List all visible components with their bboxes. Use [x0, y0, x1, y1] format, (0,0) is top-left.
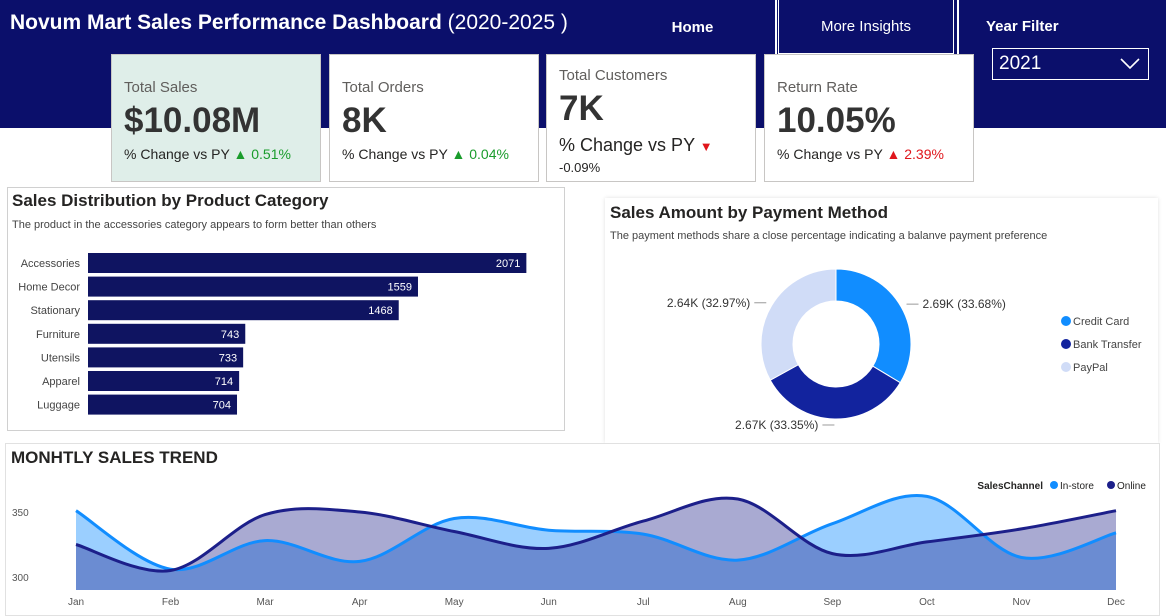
- x-tick-label: Feb: [162, 597, 180, 608]
- x-tick-label: Oct: [919, 597, 935, 608]
- nav-divider: [957, 0, 959, 54]
- kpi-change: % Change vs PY ▲ 0.51%: [124, 146, 291, 162]
- kpi-value: 10.05%: [777, 101, 896, 140]
- year-filter-label: Year Filter: [986, 18, 1059, 35]
- x-tick-label: Jun: [541, 597, 557, 608]
- legend-label: Credit Card: [1073, 316, 1129, 328]
- kpi-change-label: % Change vs PY ▼: [559, 135, 713, 155]
- payment-donut-chart: 2.69K (33.68%) 2.67K (33.35%) 2.64K (32.97…: [667, 268, 1142, 432]
- x-tick-label: Nov: [1013, 597, 1031, 608]
- year-filter-value: 2021: [999, 53, 1042, 74]
- bar-category-label: Accessories: [21, 258, 81, 270]
- bar-value-label: 2071: [496, 258, 520, 270]
- donut-slice: [760, 268, 837, 381]
- x-tick-label: Jul: [637, 597, 650, 608]
- triangle-up-icon: ▲: [233, 146, 248, 162]
- x-tick-label: Mar: [256, 597, 274, 608]
- bar-category-label: Stationary: [30, 305, 80, 317]
- bar: [88, 300, 399, 321]
- triangle-down-icon: ▼: [699, 139, 713, 154]
- bar-category-label: Apparel: [42, 376, 80, 388]
- bar-category-label: Furniture: [36, 329, 80, 341]
- x-tick-label: Apr: [352, 597, 368, 608]
- kpi-change: % Change vs PY ▲ 0.04%: [342, 146, 509, 162]
- donut-data-label: 2.64K (32.97%): [667, 296, 750, 310]
- bar-value-label: 704: [213, 400, 231, 412]
- bar-value-label: 743: [221, 329, 239, 341]
- monthly-trend-chart: 300 350 Jan Feb Mar Apr May Jun Jul Aug Sep Oct Nov D…: [12, 481, 1146, 608]
- kpi-card-total-orders[interactable]: Total Orders 8K % Change vs PY ▲ 0.04%: [329, 54, 539, 182]
- area-fill: [76, 498, 1116, 590]
- bar: [88, 253, 527, 273]
- category-subtitle: The product in the accessories category …: [12, 219, 377, 231]
- legend-label: Bank Transfer: [1073, 339, 1142, 351]
- kpi-label: Total Sales: [124, 79, 198, 96]
- x-tick-label: Sep: [823, 597, 841, 608]
- triangle-up-icon: ▲: [451, 146, 466, 162]
- kpi-card-return-rate[interactable]: Return Rate 10.05% % Change vs PY ▲ 2.39…: [764, 54, 974, 182]
- bar-category-label: Utensils: [41, 352, 81, 364]
- bar-value-label: 1559: [388, 282, 412, 294]
- bar: [88, 276, 418, 297]
- payment-title: Sales Amount by Payment Method: [610, 203, 889, 222]
- bar-value-label: 733: [219, 352, 237, 364]
- bar-category-label: Home Decor: [18, 282, 80, 294]
- x-tick-label: Aug: [729, 597, 747, 608]
- kpi-value: $10.08M: [124, 101, 261, 140]
- bar-value-label: 714: [215, 376, 233, 388]
- kpi-label: Return Rate: [777, 79, 858, 96]
- nav-divider: [775, 0, 777, 54]
- payment-subtitle: The payment methods share a close percen…: [610, 230, 1048, 242]
- page-title: Novum Mart Sales Performance Dashboard (…: [10, 11, 568, 34]
- legend-swatch: [1107, 481, 1115, 489]
- y-tick-label: 300: [12, 573, 29, 584]
- kpi-change: % Change vs PY ▲ 2.39%: [777, 146, 944, 162]
- x-tick-label: May: [445, 597, 464, 608]
- bar-value-label: 1468: [368, 305, 392, 317]
- donut-data-label: 2.67K (33.35%): [735, 418, 818, 432]
- y-tick-label: 350: [12, 508, 29, 519]
- category-bar-chart: Accessories 2071 Home Decor 1559 Stationary 1…: [18, 253, 527, 415]
- legend-swatch: [1061, 316, 1071, 326]
- donut-slice: [835, 268, 912, 384]
- kpi-label: Total Orders: [342, 79, 424, 96]
- x-tick-label: Jan: [68, 597, 84, 608]
- x-tick-label: Dec: [1107, 597, 1125, 608]
- legend-label: Online: [1117, 481, 1146, 492]
- kpi-value: 8K: [342, 101, 387, 140]
- donut-slice: [769, 364, 901, 420]
- kpi-value: 7K: [559, 89, 604, 128]
- legend-swatch: [1050, 481, 1058, 489]
- legend-label: In-store: [1060, 481, 1094, 492]
- legend-label: PayPal: [1073, 362, 1108, 374]
- kpi-card-total-customers[interactable]: Total Customers 7K % Change vs PY ▼ -0.0…: [546, 54, 756, 182]
- home-button[interactable]: Home: [615, 0, 770, 54]
- legend-title: SalesChannel: [977, 481, 1043, 492]
- bar-category-label: Luggage: [37, 400, 80, 412]
- kpi-card-total-sales[interactable]: Total Sales $10.08M % Change vs PY ▲ 0.5…: [111, 54, 321, 182]
- chevron-down-icon: [1120, 58, 1140, 70]
- donut-data-label: 2.69K (33.68%): [923, 297, 1006, 311]
- category-title: Sales Distribution by Product Category: [12, 191, 329, 210]
- legend-swatch: [1061, 362, 1071, 372]
- trend-title: MONHTLY SALES TREND: [11, 448, 218, 467]
- legend-swatch: [1061, 339, 1071, 349]
- more-insights-button[interactable]: More Insights: [778, 0, 954, 54]
- kpi-change-value: -0.09%: [559, 160, 601, 175]
- year-filter-dropdown[interactable]: 2021: [992, 48, 1149, 80]
- kpi-label: Total Customers: [559, 67, 668, 84]
- triangle-up-icon: ▲: [886, 146, 901, 162]
